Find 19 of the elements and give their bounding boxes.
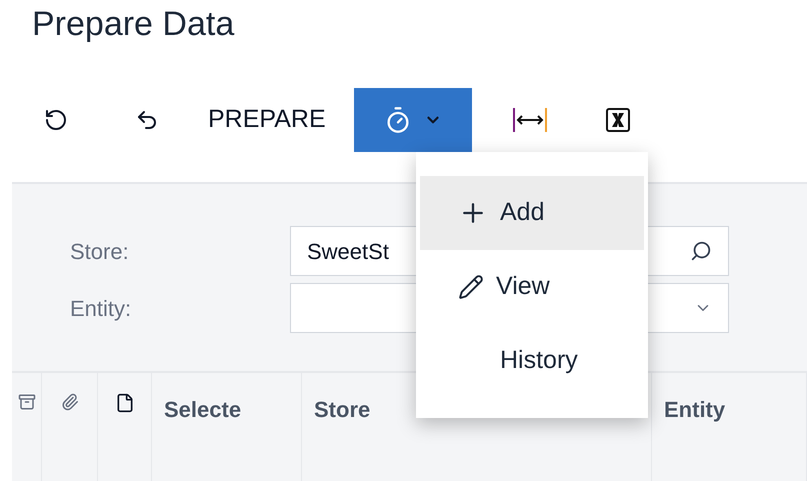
menu-item[interactable]: Add: [420, 176, 644, 250]
paperclip-icon: [60, 393, 78, 411]
field-value: SweetSt: [307, 238, 390, 266]
fit-width-icon: [512, 106, 548, 134]
page-title: Prepare Data: [31, 4, 236, 45]
prepare-button[interactable]: PREPARE: [194, 88, 340, 152]
field-label: Store:: [69, 238, 130, 266]
pencil-icon: [458, 274, 484, 300]
excel-icon: [606, 108, 630, 132]
search-icon: [690, 240, 712, 262]
field-label: Entity:: [69, 294, 132, 323]
column-header[interactable]: Entity: [664, 393, 726, 426]
files-icon: [18, 393, 36, 411]
refresh-icon: [44, 108, 68, 132]
document-icon: [114, 393, 134, 413]
column-header[interactable]: Selecte: [164, 393, 242, 426]
undo-icon: [135, 108, 159, 132]
column-header[interactable]: Store: [314, 393, 370, 426]
schedule-dropdown-button[interactable]: [354, 88, 472, 152]
